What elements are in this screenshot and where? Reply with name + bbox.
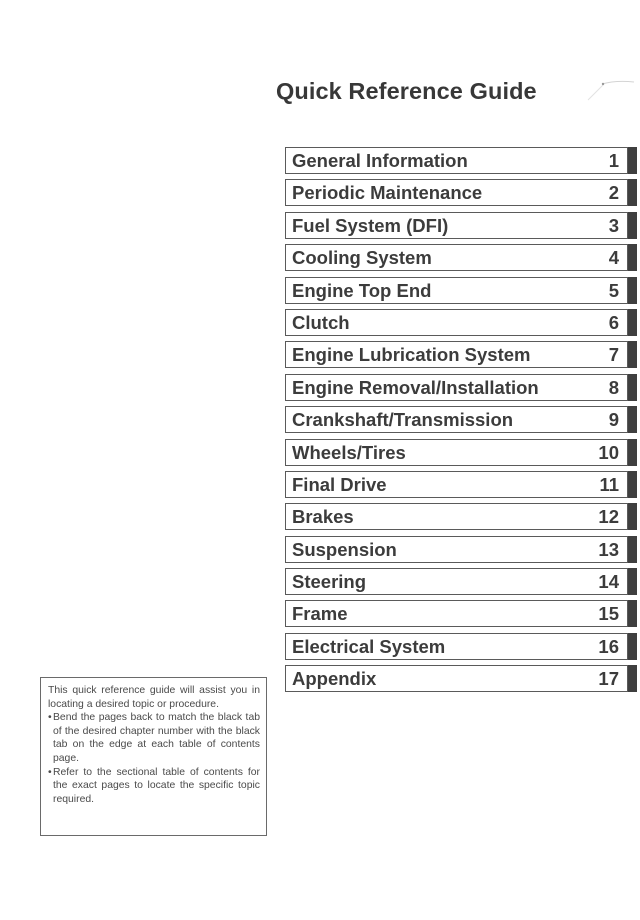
- usage-note-bullet-text: Refer to the sectional table of contents…: [53, 766, 260, 805]
- usage-note-bullets: • Bend the pages back to match the black…: [48, 711, 260, 806]
- toc-item-engine-removal-installation[interactable]: Engine Removal/Installation 8: [285, 373, 640, 401]
- chapter-tab[interactable]: [628, 568, 637, 596]
- toc-item-clutch[interactable]: Clutch 6: [285, 308, 640, 336]
- toc-item-box: Appendix 17: [285, 665, 628, 693]
- chapter-tab[interactable]: [628, 179, 637, 207]
- toc-item-number: 8: [608, 376, 619, 398]
- toc-item-label: Engine Removal/Installation: [292, 376, 539, 398]
- page-title: Quick Reference Guide: [276, 77, 537, 104]
- toc-item-box: Electrical System 16: [285, 632, 628, 660]
- toc-item-box: Wheels/Tires 10: [285, 438, 628, 466]
- chapter-tab[interactable]: [628, 665, 637, 693]
- bullet-icon: •: [48, 766, 52, 778]
- toc-item-electrical-system[interactable]: Electrical System 16: [285, 632, 640, 660]
- toc-item-suspension[interactable]: Suspension 13: [285, 535, 640, 563]
- usage-note-bullet: • Bend the pages back to match the black…: [48, 711, 260, 765]
- toc-item-crankshaft-transmission[interactable]: Crankshaft/Transmission 9: [285, 406, 640, 434]
- toc-item-brakes[interactable]: Brakes 12: [285, 503, 640, 531]
- toc-item-box: Final Drive 11: [285, 470, 628, 498]
- toc-item-box: Periodic Maintenance 2: [285, 179, 628, 207]
- toc-item-box: Engine Top End 5: [285, 276, 628, 304]
- toc-item-label: General Information: [292, 150, 468, 171]
- toc-item-number: 4: [608, 247, 619, 269]
- usage-note-bullet-text: Bend the pages back to match the black t…: [53, 712, 260, 764]
- toc-item-label: Electrical System: [292, 635, 446, 657]
- quick-reference-toc: General Information 1 Periodic Maintenan…: [285, 147, 640, 698]
- toc-item-number: 7: [608, 344, 619, 366]
- chapter-tab[interactable]: [628, 535, 637, 563]
- usage-note-intro: This quick reference guide will assist y…: [48, 685, 260, 710]
- toc-item-number: 14: [598, 571, 619, 593]
- toc-item-number: 12: [598, 506, 619, 528]
- toc-item-general-information[interactable]: General Information 1: [285, 147, 640, 174]
- toc-item-frame[interactable]: Frame 15: [285, 600, 640, 628]
- toc-item-label: Periodic Maintenance: [292, 182, 483, 204]
- toc-item-box: Steering 14: [285, 568, 628, 596]
- toc-item-appendix[interactable]: Appendix 17: [285, 665, 640, 693]
- toc-item-box: Crankshaft/Transmission 9: [285, 406, 628, 434]
- usage-note-box: This quick reference guide will assist y…: [40, 677, 267, 836]
- toc-item-label: Cooling System: [292, 247, 432, 269]
- toc-item-label: Engine Lubrication System: [292, 344, 531, 366]
- toc-item-fuel-system[interactable]: Fuel System (DFI) 3: [285, 211, 640, 239]
- chapter-tab[interactable]: [628, 147, 637, 174]
- toc-item-label: Steering: [292, 571, 367, 593]
- toc-item-label: Clutch: [292, 311, 350, 333]
- toc-item-steering[interactable]: Steering 14: [285, 568, 640, 596]
- toc-item-number: 1: [608, 150, 619, 171]
- toc-item-label: Fuel System (DFI): [292, 214, 449, 236]
- chapter-tab[interactable]: [628, 341, 637, 369]
- toc-item-number: 13: [598, 538, 619, 560]
- toc-item-number: 2: [608, 182, 619, 204]
- chapter-tab[interactable]: [628, 244, 637, 272]
- chapter-tab[interactable]: [628, 438, 637, 466]
- toc-item-engine-top-end[interactable]: Engine Top End 5: [285, 276, 640, 304]
- toc-item-number: 5: [608, 279, 619, 301]
- toc-item-engine-lubrication-system[interactable]: Engine Lubrication System 7: [285, 341, 640, 369]
- toc-item-box: Frame 15: [285, 600, 628, 628]
- toc-item-box: Engine Lubrication System 7: [285, 341, 628, 369]
- chapter-tab[interactable]: [628, 470, 637, 498]
- toc-item-box: Cooling System 4: [285, 244, 628, 272]
- toc-item-label: Crankshaft/Transmission: [292, 409, 514, 431]
- toc-item-number: 11: [599, 473, 619, 495]
- toc-item-final-drive[interactable]: Final Drive 11: [285, 470, 640, 498]
- toc-item-number: 17: [598, 668, 619, 690]
- toc-item-number: 10: [598, 441, 619, 463]
- toc-item-number: 15: [598, 603, 619, 625]
- toc-item-cooling-system[interactable]: Cooling System 4: [285, 244, 640, 272]
- toc-item-label: Appendix: [292, 668, 377, 690]
- toc-item-label: Frame: [292, 603, 348, 625]
- scan-smudge-mark: [587, 80, 635, 101]
- usage-note-bullet: • Refer to the sectional table of conten…: [48, 766, 260, 807]
- chapter-tab[interactable]: [628, 276, 637, 304]
- toc-item-box: Clutch 6: [285, 308, 628, 336]
- chapter-tab[interactable]: [628, 406, 637, 434]
- toc-item-box: Brakes 12: [285, 503, 628, 531]
- chapter-tab[interactable]: [628, 600, 637, 628]
- toc-item-wheels-tires[interactable]: Wheels/Tires 10: [285, 438, 640, 466]
- toc-item-number: 16: [598, 635, 619, 657]
- chapter-tab[interactable]: [628, 503, 637, 531]
- toc-item-label: Engine Top End: [292, 279, 432, 301]
- chapter-tab[interactable]: [628, 373, 637, 401]
- toc-item-label: Suspension: [292, 538, 397, 560]
- chapter-tab[interactable]: [628, 632, 637, 660]
- chapter-tab[interactable]: [628, 211, 637, 239]
- toc-item-box: Suspension 13: [285, 535, 628, 563]
- chapter-tab[interactable]: [628, 308, 637, 336]
- toc-item-label: Wheels/Tires: [292, 441, 406, 463]
- toc-item-number: 9: [608, 409, 619, 431]
- toc-item-number: 6: [608, 311, 619, 333]
- toc-item-box: Fuel System (DFI) 3: [285, 211, 628, 239]
- toc-item-number: 3: [608, 214, 619, 236]
- toc-item-periodic-maintenance[interactable]: Periodic Maintenance 2: [285, 179, 640, 207]
- toc-item-label: Final Drive: [292, 473, 387, 495]
- toc-item-box: Engine Removal/Installation 8: [285, 373, 628, 401]
- toc-item-label: Brakes: [292, 506, 354, 528]
- bullet-icon: •: [48, 712, 52, 724]
- toc-item-box: General Information 1: [285, 147, 628, 174]
